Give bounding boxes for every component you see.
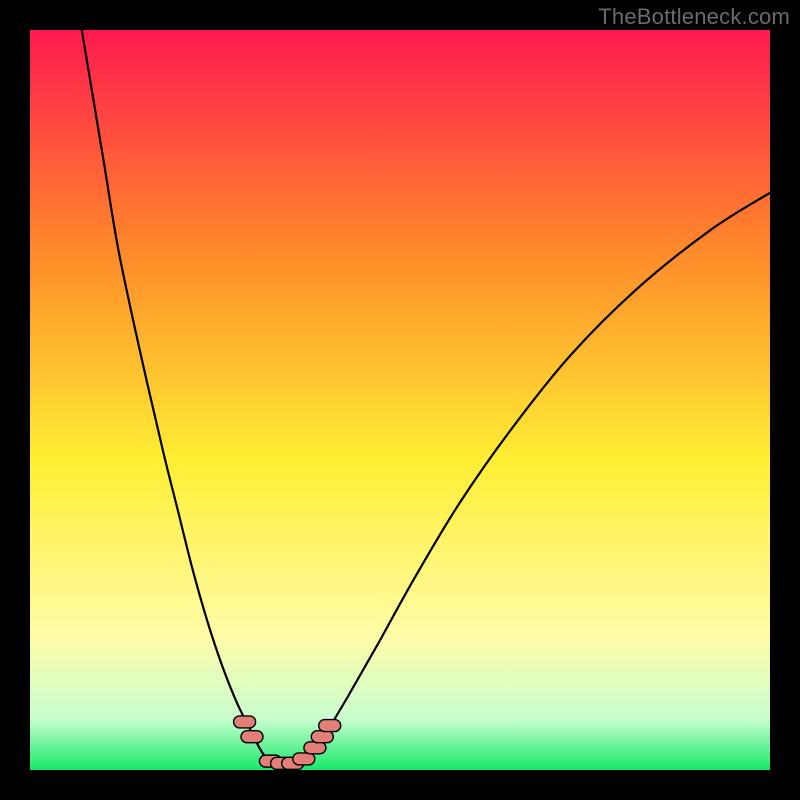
- data-marker: [304, 742, 326, 754]
- gradient-background: [30, 30, 770, 770]
- plot-area: [30, 30, 770, 770]
- data-marker: [319, 720, 341, 732]
- data-marker: [241, 731, 263, 743]
- chart-frame: TheBottleneck.com: [0, 0, 800, 800]
- chart-svg: [30, 30, 770, 770]
- data-marker: [311, 731, 333, 743]
- watermark-text: TheBottleneck.com: [598, 4, 790, 30]
- data-marker: [234, 716, 256, 728]
- data-marker: [293, 753, 315, 765]
